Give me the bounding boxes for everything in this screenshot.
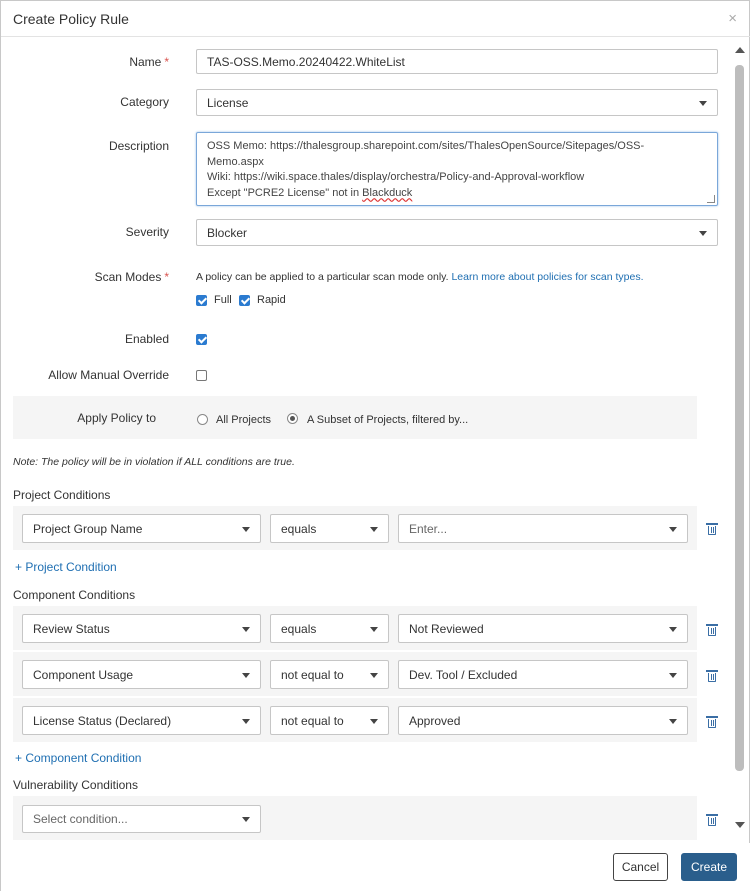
allow-manual-override-label: Allow Manual Override <box>48 368 169 382</box>
component-condition-operator-select[interactable]: equals <box>270 614 389 643</box>
component-condition-operator-select[interactable]: not equal to <box>270 706 389 735</box>
project-condition-field-select[interactable]: Project Group Name <box>22 514 261 543</box>
component-condition-field-select[interactable]: License Status (Declared) <box>22 706 261 735</box>
scroll-down-icon[interactable] <box>735 822 745 828</box>
chevron-down-icon <box>242 718 250 724</box>
description-line: Memo.aspx <box>207 155 264 168</box>
chevron-down-icon <box>242 672 250 678</box>
resize-handle-icon[interactable] <box>707 195 715 203</box>
chevron-down-icon <box>669 672 677 678</box>
dialog-title: Create Policy Rule <box>13 11 129 27</box>
spellcheck-word: Blackduck <box>362 186 413 199</box>
name-label: Name * <box>129 55 169 69</box>
all-projects-radio[interactable] <box>197 414 208 425</box>
chevron-down-icon <box>699 100 707 106</box>
vulnerability-conditions-heading: Vulnerability Conditions <box>13 778 138 792</box>
enabled-label: Enabled <box>124 332 169 346</box>
all-projects-label: All Projects <box>216 414 272 426</box>
name-input[interactable]: TAS-OSS.Memo.20240422.WhiteList <box>196 49 718 74</box>
chevron-down-icon <box>699 230 707 236</box>
chevron-down-icon <box>242 526 250 532</box>
severity-select[interactable]: Blocker <box>196 219 718 246</box>
trash-icon[interactable] <box>706 670 718 682</box>
scan-mode-rapid-checkbox[interactable] <box>239 295 250 306</box>
chevron-down-icon <box>370 626 378 632</box>
scan-modes-label: Scan Modes * <box>94 270 169 284</box>
project-conditions-heading: Project Conditions <box>13 488 111 502</box>
allow-manual-override-checkbox[interactable] <box>196 370 207 381</box>
create-policy-rule-dialog: Create Policy Rule × Name * TAS-OSS.Memo.… <box>0 0 750 891</box>
scan-types-learn-more-link[interactable]: Learn more about policies for scan types… <box>451 271 643 283</box>
scan-modes-help: A policy can be applied to a particular … <box>196 271 644 283</box>
enabled-checkbox[interactable] <box>196 334 207 345</box>
project-condition-operator-select[interactable]: equals <box>270 514 389 543</box>
close-icon[interactable]: × <box>728 10 737 27</box>
trash-icon[interactable] <box>706 624 718 636</box>
chevron-down-icon <box>370 718 378 724</box>
project-condition-value-select[interactable]: Enter... <box>398 514 688 543</box>
chevron-down-icon <box>370 526 378 532</box>
dialog-titlebar: Create Policy Rule × <box>1 1 750 37</box>
chevron-down-icon <box>669 526 677 532</box>
description-line: OSS Memo: https://thalesgroup.sharepoint… <box>207 140 645 152</box>
component-condition-value-select[interactable]: Approved <box>398 706 688 735</box>
component-condition-value-select[interactable]: Not Reviewed <box>398 614 688 643</box>
trash-icon[interactable] <box>706 523 718 535</box>
scan-mode-full-checkbox[interactable] <box>196 295 207 306</box>
chevron-down-icon <box>669 626 677 632</box>
component-conditions-heading: Component Conditions <box>13 588 136 602</box>
apply-policy-label: Apply Policy to <box>77 411 156 425</box>
category-label: Category <box>120 95 169 109</box>
create-button[interactable]: Create <box>681 853 737 881</box>
violation-note: Note: The policy will be in violation if… <box>13 456 295 468</box>
component-condition-value-select[interactable]: Dev. Tool / Excluded <box>398 660 688 689</box>
cancel-button[interactable]: Cancel <box>613 853 668 881</box>
subset-projects-radio[interactable] <box>287 413 298 424</box>
subset-projects-label: A Subset of Projects, filtered by... <box>307 414 469 426</box>
description-line: Except "PCRE2 License" not in Blackduck <box>207 186 413 199</box>
chevron-down-icon <box>669 718 677 724</box>
trash-icon[interactable] <box>706 814 718 826</box>
category-select[interactable]: License <box>196 89 718 116</box>
chevron-down-icon <box>242 626 250 632</box>
component-condition-operator-select[interactable]: not equal to <box>270 660 389 689</box>
component-condition-field-select[interactable]: Review Status <box>22 614 261 643</box>
scrollbar-thumb[interactable] <box>735 65 744 771</box>
description-textarea[interactable]: OSS Memo: https://thalesgroup.sharepoint… <box>196 132 718 206</box>
component-condition-field-select[interactable]: Component Usage <box>22 660 261 689</box>
chevron-down-icon <box>242 817 250 822</box>
chevron-down-icon <box>370 672 378 678</box>
add-component-condition-link[interactable]: + Component Condition <box>15 751 141 765</box>
scroll-up-icon[interactable] <box>735 47 745 53</box>
description-line: Wiki: https://wiki.space.thales/display/… <box>207 171 585 183</box>
scan-mode-full-label: Full <box>214 294 232 306</box>
severity-label: Severity <box>125 225 169 239</box>
vulnerability-condition-select[interactable]: Select condition... <box>22 805 261 833</box>
trash-icon[interactable] <box>706 716 718 728</box>
description-label: Description <box>108 139 169 153</box>
scan-mode-rapid-label: Rapid <box>257 294 286 306</box>
add-project-condition-link[interactable]: + Project Condition <box>15 560 117 574</box>
